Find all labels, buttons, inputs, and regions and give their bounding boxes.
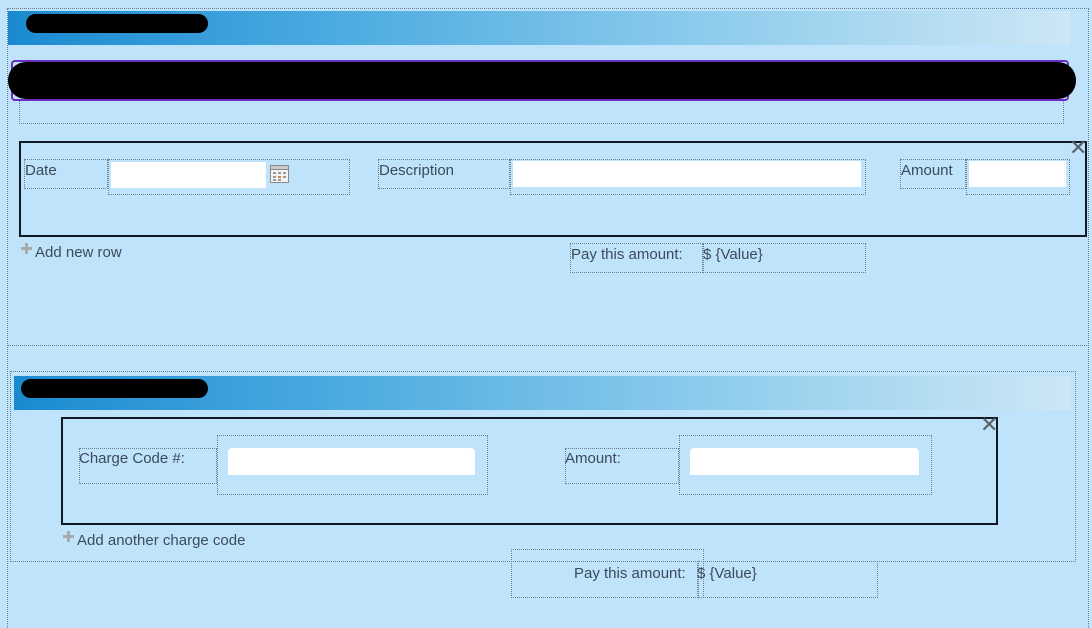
description-label: Description	[379, 162, 455, 179]
close-icon[interactable]: ✕	[980, 414, 998, 436]
charge-code-label: Charge Code #:	[79, 450, 185, 467]
plus-icon[interactable]	[21, 243, 32, 254]
close-icon[interactable]: ✕	[1069, 137, 1087, 159]
section-divider	[8, 345, 1089, 346]
add-charge-code-link[interactable]: Add another charge code	[77, 532, 245, 549]
date-input[interactable]	[111, 162, 266, 188]
charges-total-value: $ {Value}	[697, 565, 757, 582]
charge-code-input[interactable]	[228, 448, 475, 475]
plus-icon[interactable]	[63, 531, 74, 542]
charge-amount-label: Amount:	[565, 450, 621, 467]
amount-input[interactable]	[969, 161, 1066, 187]
total-value: $ {Value}	[703, 246, 763, 263]
total-label: Pay this amount:	[571, 246, 683, 263]
description-input[interactable]	[513, 161, 861, 187]
redacted-title	[8, 62, 1076, 99]
redacted-section-title	[26, 14, 208, 33]
add-new-row-link[interactable]: Add new row	[35, 244, 122, 261]
amount-label: Amount	[901, 162, 953, 179]
calendar-icon[interactable]	[270, 165, 289, 183]
date-label: Date	[25, 162, 57, 179]
redacted-charges-title	[21, 379, 208, 398]
charges-total-label: Pay this amount:	[574, 565, 686, 582]
charge-amount-input[interactable]	[690, 448, 919, 475]
